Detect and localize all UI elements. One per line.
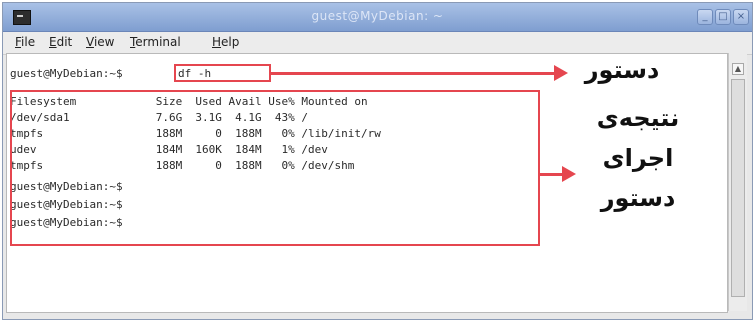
menu-edit[interactable]: Edit: [49, 35, 72, 49]
vertical-scrollbar[interactable]: ▲: [728, 53, 747, 311]
command-highlight-box: [174, 64, 271, 82]
title-bar[interactable]: guest@MyDebian: ~ _ □ ×: [3, 3, 752, 32]
command-arrow-line: [271, 72, 556, 75]
menu-help[interactable]: Help: [212, 35, 239, 49]
scroll-up-arrow-icon[interactable]: ▲: [732, 63, 744, 75]
output-highlight-box: [10, 90, 540, 246]
menu-file[interactable]: File: [15, 35, 35, 49]
result-label-line: نتیجه‌ی: [596, 104, 680, 132]
scroll-thumb[interactable]: [731, 79, 745, 297]
menu-view[interactable]: View: [86, 35, 114, 49]
window-title: guest@MyDebian: ~: [311, 9, 444, 23]
menu-terminal[interactable]: Terminal: [130, 35, 181, 49]
menu-bar: File Edit View Terminal Help: [3, 32, 752, 55]
command-arrow-head-icon: [554, 65, 568, 81]
command-label: دستور: [584, 56, 660, 84]
result-arrow-line: [540, 173, 564, 176]
result-label-line: دستور: [600, 184, 676, 212]
close-button[interactable]: ×: [733, 9, 749, 25]
minimize-button[interactable]: _: [697, 9, 713, 25]
result-label: نتیجه‌ی اجرای دستور: [578, 98, 698, 218]
maximize-button[interactable]: □: [715, 9, 731, 25]
result-arrow-head-icon: [562, 166, 576, 182]
result-label-line: اجرای: [602, 144, 674, 172]
command-prompt: guest@MyDebian:~$: [10, 67, 123, 80]
